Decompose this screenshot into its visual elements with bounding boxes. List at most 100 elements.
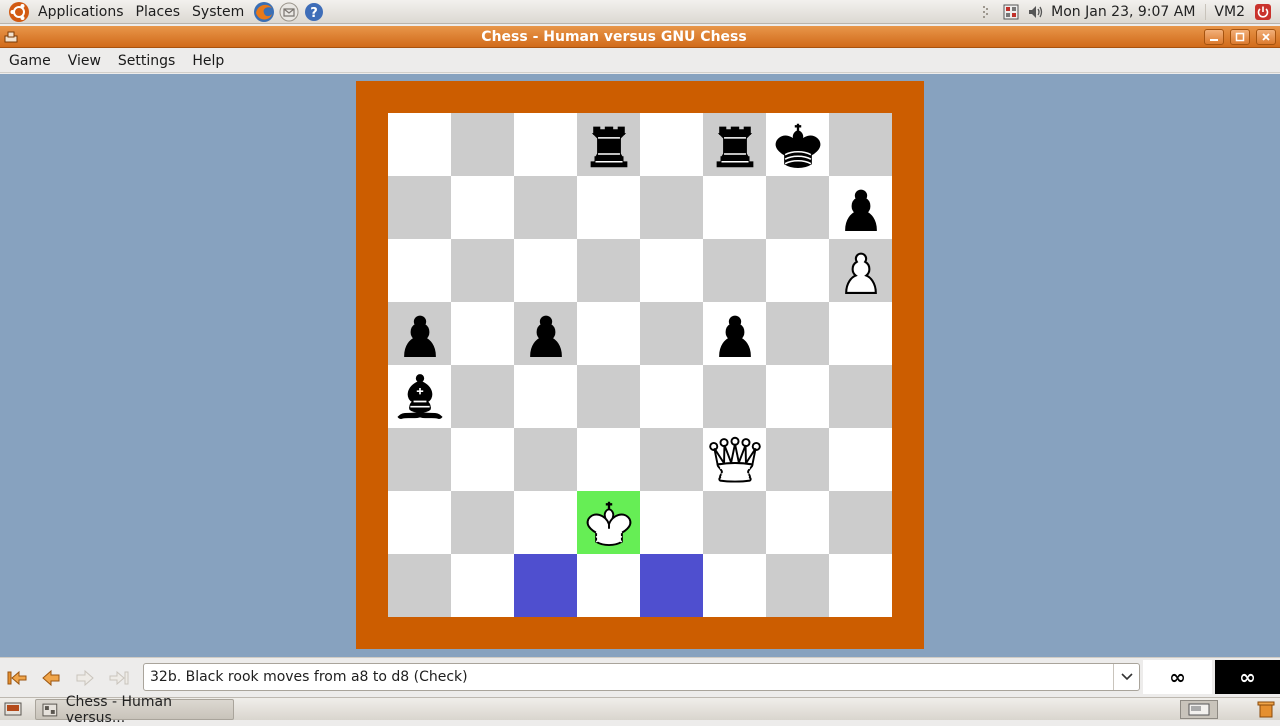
square-a2[interactable] bbox=[388, 491, 451, 554]
black-rook-icon[interactable] bbox=[580, 116, 638, 174]
help-launcher-icon[interactable]: ? bbox=[303, 1, 325, 23]
go-first-button[interactable] bbox=[2, 664, 32, 692]
black-pawn-icon[interactable] bbox=[391, 305, 449, 363]
black-rook-icon[interactable] bbox=[706, 116, 764, 174]
square-g6[interactable] bbox=[766, 239, 829, 302]
square-h7[interactable] bbox=[829, 176, 892, 239]
square-c8[interactable] bbox=[514, 113, 577, 176]
square-e4[interactable] bbox=[640, 365, 703, 428]
go-forward-button[interactable] bbox=[70, 664, 100, 692]
window-titlebar[interactable]: Chess - Human versus GNU Chess bbox=[0, 26, 1280, 48]
square-f7[interactable] bbox=[703, 176, 766, 239]
square-h8[interactable] bbox=[829, 113, 892, 176]
go-back-button[interactable] bbox=[36, 664, 66, 692]
square-b3[interactable] bbox=[451, 428, 514, 491]
black-pawn-icon[interactable] bbox=[706, 305, 764, 363]
square-d4[interactable] bbox=[577, 365, 640, 428]
network-status-icon[interactable] bbox=[1000, 1, 1022, 23]
taskbar-chess-window[interactable]: Chess - Human versus... bbox=[35, 694, 234, 726]
square-h5[interactable] bbox=[829, 302, 892, 365]
square-g8[interactable] bbox=[766, 113, 829, 176]
square-c6[interactable] bbox=[514, 239, 577, 302]
square-e5[interactable] bbox=[640, 302, 703, 365]
volume-icon[interactable] bbox=[1025, 1, 1047, 23]
square-b7[interactable] bbox=[451, 176, 514, 239]
square-c3[interactable] bbox=[514, 428, 577, 491]
black-bishop-icon[interactable] bbox=[391, 368, 449, 426]
square-f1[interactable] bbox=[703, 554, 766, 617]
close-button[interactable] bbox=[1256, 29, 1276, 45]
square-a8[interactable] bbox=[388, 113, 451, 176]
white-queen-icon[interactable] bbox=[706, 431, 764, 489]
mail-launcher-icon[interactable] bbox=[278, 1, 300, 23]
square-b1[interactable] bbox=[451, 554, 514, 617]
places-menu[interactable]: Places bbox=[130, 0, 187, 24]
system-menu[interactable]: System bbox=[186, 0, 250, 24]
square-b8[interactable] bbox=[451, 113, 514, 176]
square-a1[interactable] bbox=[388, 554, 451, 617]
square-f8[interactable] bbox=[703, 113, 766, 176]
square-d5[interactable] bbox=[577, 302, 640, 365]
square-f2[interactable] bbox=[703, 491, 766, 554]
applications-menu[interactable]: Applications bbox=[32, 0, 130, 24]
square-g1[interactable] bbox=[766, 554, 829, 617]
square-b4[interactable] bbox=[451, 365, 514, 428]
square-f6[interactable] bbox=[703, 239, 766, 302]
black-pawn-icon[interactable] bbox=[832, 179, 890, 237]
square-d2[interactable] bbox=[577, 491, 640, 554]
square-b5[interactable] bbox=[451, 302, 514, 365]
menu-game[interactable]: Game bbox=[0, 49, 59, 73]
square-a4[interactable] bbox=[388, 365, 451, 428]
square-c7[interactable] bbox=[514, 176, 577, 239]
square-a6[interactable] bbox=[388, 239, 451, 302]
ubuntu-logo-icon[interactable] bbox=[8, 1, 30, 23]
chess-board[interactable] bbox=[388, 113, 892, 617]
panel-clock[interactable]: Mon Jan 23, 9:07 AM bbox=[1047, 4, 1205, 20]
trash-icon[interactable] bbox=[1256, 700, 1276, 718]
menu-view[interactable]: View bbox=[59, 49, 109, 73]
square-g7[interactable] bbox=[766, 176, 829, 239]
vm-user-label[interactable]: VM2 bbox=[1205, 4, 1249, 20]
power-icon[interactable] bbox=[1252, 1, 1274, 23]
square-e3[interactable] bbox=[640, 428, 703, 491]
square-d1[interactable] bbox=[577, 554, 640, 617]
square-c5[interactable] bbox=[514, 302, 577, 365]
square-h4[interactable] bbox=[829, 365, 892, 428]
square-h3[interactable] bbox=[829, 428, 892, 491]
menu-settings[interactable]: Settings bbox=[109, 49, 183, 73]
square-e7[interactable] bbox=[640, 176, 703, 239]
square-a5[interactable] bbox=[388, 302, 451, 365]
show-desktop-icon[interactable] bbox=[4, 701, 22, 717]
square-e1[interactable] bbox=[640, 554, 703, 617]
square-f5[interactable] bbox=[703, 302, 766, 365]
white-king-icon[interactable] bbox=[580, 494, 638, 552]
square-c1[interactable] bbox=[514, 554, 577, 617]
chevron-down-icon[interactable] bbox=[1113, 664, 1139, 690]
maximize-button[interactable] bbox=[1230, 29, 1250, 45]
square-h6[interactable] bbox=[829, 239, 892, 302]
black-king-icon[interactable] bbox=[769, 116, 827, 174]
minimize-button[interactable] bbox=[1204, 29, 1224, 45]
workspace-switcher[interactable] bbox=[1180, 700, 1218, 719]
square-e6[interactable] bbox=[640, 239, 703, 302]
square-d7[interactable] bbox=[577, 176, 640, 239]
white-pawn-icon[interactable] bbox=[832, 242, 890, 300]
square-g5[interactable] bbox=[766, 302, 829, 365]
square-e8[interactable] bbox=[640, 113, 703, 176]
square-f4[interactable] bbox=[703, 365, 766, 428]
move-history-combo[interactable]: 32b. Black rook moves from a8 to d8 (Che… bbox=[143, 663, 1140, 691]
square-h1[interactable] bbox=[829, 554, 892, 617]
square-b6[interactable] bbox=[451, 239, 514, 302]
square-g4[interactable] bbox=[766, 365, 829, 428]
square-d8[interactable] bbox=[577, 113, 640, 176]
square-h2[interactable] bbox=[829, 491, 892, 554]
square-d6[interactable] bbox=[577, 239, 640, 302]
square-e2[interactable] bbox=[640, 491, 703, 554]
firefox-launcher-icon[interactable] bbox=[253, 1, 275, 23]
square-a3[interactable] bbox=[388, 428, 451, 491]
menu-help[interactable]: Help bbox=[183, 49, 232, 73]
square-b2[interactable] bbox=[451, 491, 514, 554]
square-c2[interactable] bbox=[514, 491, 577, 554]
go-last-button[interactable] bbox=[104, 664, 134, 692]
square-f3[interactable] bbox=[703, 428, 766, 491]
